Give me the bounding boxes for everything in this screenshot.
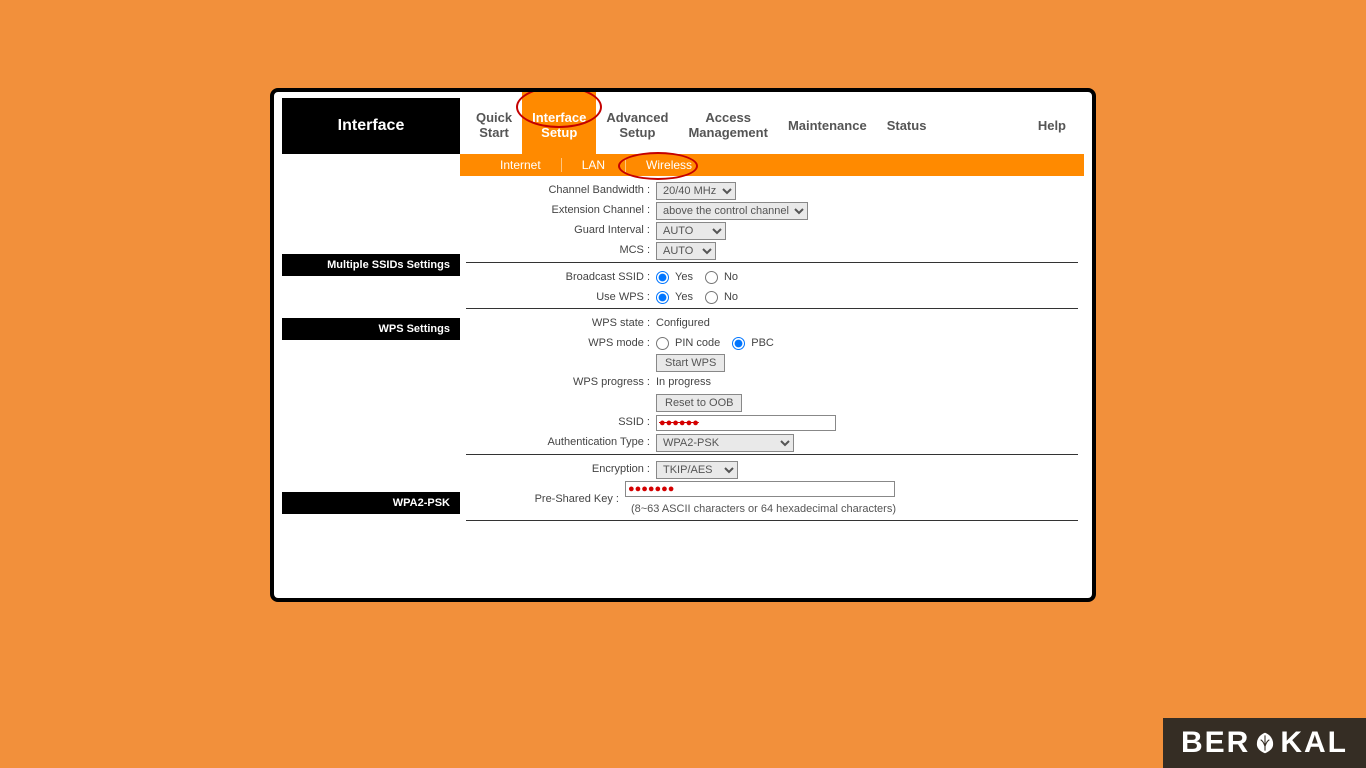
section-multiple-ssid: Multiple SSIDs Settings — [282, 254, 460, 276]
page-title: Interface — [282, 98, 460, 154]
main-tab-bar: Quick Start Interface Setup Advanced Set… — [460, 98, 1084, 154]
label-channel-bandwidth: Channel Bandwidth : — [466, 182, 656, 200]
label-wps-progress: WPS progress : — [466, 374, 656, 392]
sub-tab-bar: Internet LAN Wireless — [460, 154, 1084, 176]
section-wps-settings: WPS Settings — [282, 318, 460, 340]
label-encryption: Encryption : — [466, 461, 656, 479]
tab-advanced-setup[interactable]: Advanced Setup — [596, 105, 678, 147]
tab-status[interactable]: Status — [877, 113, 937, 140]
section-wpa2-psk: WPA2-PSK — [282, 492, 460, 514]
auth-type-select[interactable]: WPA2-PSK — [656, 434, 794, 452]
tab-access-management[interactable]: Access Management — [678, 105, 777, 147]
label-wps-mode: WPS mode : — [466, 335, 656, 353]
label-wps-state: WPS state : — [466, 315, 656, 333]
label-ssid: SSID : — [466, 414, 656, 432]
tab-quick-start[interactable]: Quick Start — [466, 105, 522, 147]
use-wps-no-radio[interactable] — [705, 291, 718, 304]
encryption-select[interactable]: TKIP/AES — [656, 461, 738, 479]
extension-channel-select[interactable]: above the control channel — [656, 202, 808, 220]
section-sidebar: Multiple SSIDs Settings WPS Settings WPA… — [282, 176, 460, 527]
tab-interface-setup[interactable]: Interface Setup — [522, 90, 596, 162]
wps-progress-value: In progress — [656, 374, 711, 392]
use-wps-yes-radio[interactable] — [656, 291, 669, 304]
radio-label-yes: Yes — [675, 269, 693, 287]
channel-bandwidth-select[interactable]: 20/40 MHz — [656, 182, 736, 200]
guard-interval-select[interactable]: AUTO — [656, 222, 726, 240]
tab-interface-setup-label: Interface Setup — [532, 110, 586, 140]
tab-help[interactable]: Help — [1028, 113, 1084, 140]
start-wps-button[interactable]: Start WPS — [656, 354, 725, 372]
wps-mode-pin-radio[interactable] — [656, 337, 669, 350]
leaf-icon — [1252, 730, 1278, 756]
mcs-select[interactable]: AUTO — [656, 242, 716, 260]
wps-state-value: Configured — [656, 315, 710, 333]
label-guard-interval: Guard Interval : — [466, 222, 656, 240]
wps-mode-pbc-radio[interactable] — [732, 337, 745, 350]
subtab-wireless[interactable]: Wireless — [626, 158, 712, 172]
label-auth-type: Authentication Type : — [466, 434, 656, 452]
subtab-wireless-label: Wireless — [646, 158, 692, 172]
top-bar: Interface Quick Start Interface Setup Ad… — [282, 98, 1084, 154]
label-broadcast-ssid: Broadcast SSID : — [466, 269, 656, 287]
reset-to-oob-button[interactable]: Reset to OOB — [656, 394, 742, 412]
tab-maintenance[interactable]: Maintenance — [778, 113, 877, 140]
ssid-input[interactable] — [656, 415, 836, 431]
watermark-post: KAL — [1280, 726, 1348, 760]
settings-panel: Channel Bandwidth : 20/40 MHz Extension … — [460, 176, 1084, 527]
watermark-logo: BER KAL — [1163, 718, 1366, 768]
radio-label-pbc: PBC — [751, 335, 774, 353]
psk-hint: (8~63 ASCII characters or 64 hexadecimal… — [625, 501, 896, 519]
subtab-lan[interactable]: LAN — [562, 158, 626, 172]
label-use-wps: Use WPS : — [466, 289, 656, 307]
radio-label-yes: Yes — [675, 289, 693, 307]
watermark-pre: BER — [1181, 726, 1250, 760]
label-extension-channel: Extension Channel : — [466, 202, 656, 220]
broadcast-ssid-yes-radio[interactable] — [656, 271, 669, 284]
label-mcs: MCS : — [466, 242, 656, 260]
psk-input[interactable] — [625, 481, 895, 497]
radio-label-pin: PIN code — [675, 335, 720, 353]
radio-label-no: No — [724, 289, 738, 307]
broadcast-ssid-no-radio[interactable] — [705, 271, 718, 284]
radio-label-no: No — [724, 269, 738, 287]
subtab-internet[interactable]: Internet — [480, 158, 562, 172]
label-psk: Pre-Shared Key : — [466, 491, 625, 509]
router-admin-frame: Interface Quick Start Interface Setup Ad… — [270, 88, 1096, 602]
